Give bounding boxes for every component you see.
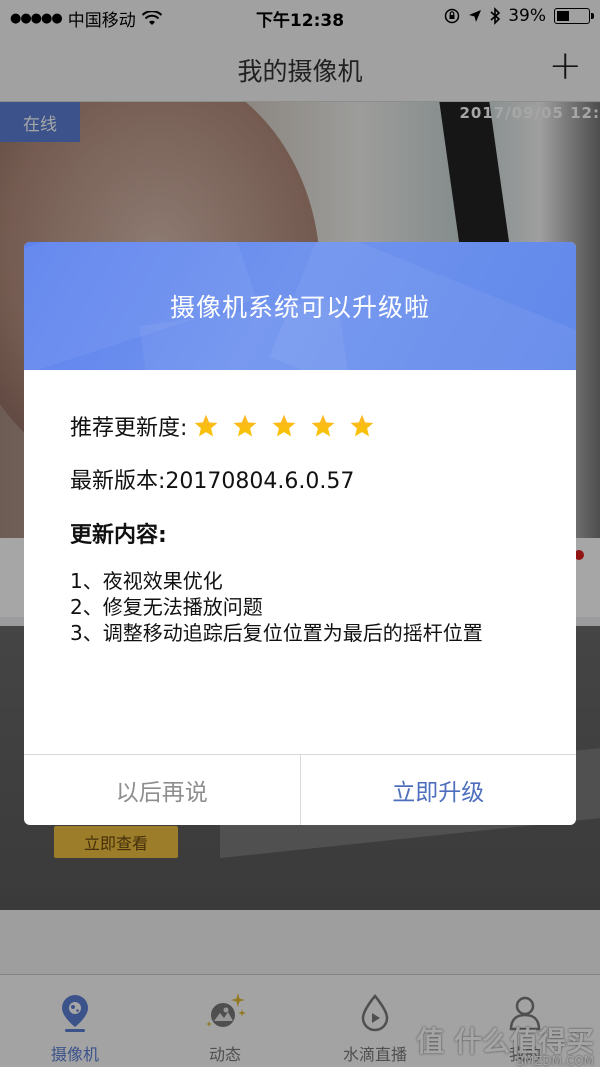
star-filled-icon	[273, 414, 296, 437]
change-item: 1、夜视效果优化	[70, 569, 223, 593]
star-filled-icon	[351, 414, 374, 437]
dialog-title: 摄像机系统可以升级啦	[169, 293, 430, 322]
dialog-body: 推荐更新度: 最新版本:20170804.6.0.57 更新内容: 1、夜视效果…	[24, 370, 576, 646]
rating-label: 推荐更新度:	[70, 416, 188, 441]
upgrade-dialog: 摄像机系统可以升级啦 推荐更新度: 最新版本:20170804.6.0.57 更…	[24, 242, 576, 825]
star-filled-icon	[312, 414, 335, 437]
dialog-footer: 以后再说 立即升级	[24, 754, 576, 825]
star-filled-icon	[195, 414, 218, 437]
star-filled-icon	[234, 414, 257, 437]
latest-version: 最新版本:20170804.6.0.57	[70, 469, 355, 494]
dialog-header: 摄像机系统可以升级啦	[24, 242, 576, 370]
recommendation-rating: 推荐更新度:	[70, 408, 530, 444]
upgrade-now-button[interactable]: 立即升级	[301, 755, 577, 825]
rating-stars	[193, 413, 375, 439]
later-button[interactable]: 以后再说	[24, 755, 301, 825]
changes-list: 1、夜视效果优化 2、修复无法播放问题 3、调整移动追踪后复位位置为最后的摇杆位…	[70, 568, 530, 646]
change-item: 2、修复无法播放问题	[70, 595, 263, 619]
changes-title: 更新内容:	[70, 523, 167, 548]
change-item: 3、调整移动追踪后复位位置为最后的摇杆位置	[70, 621, 483, 645]
